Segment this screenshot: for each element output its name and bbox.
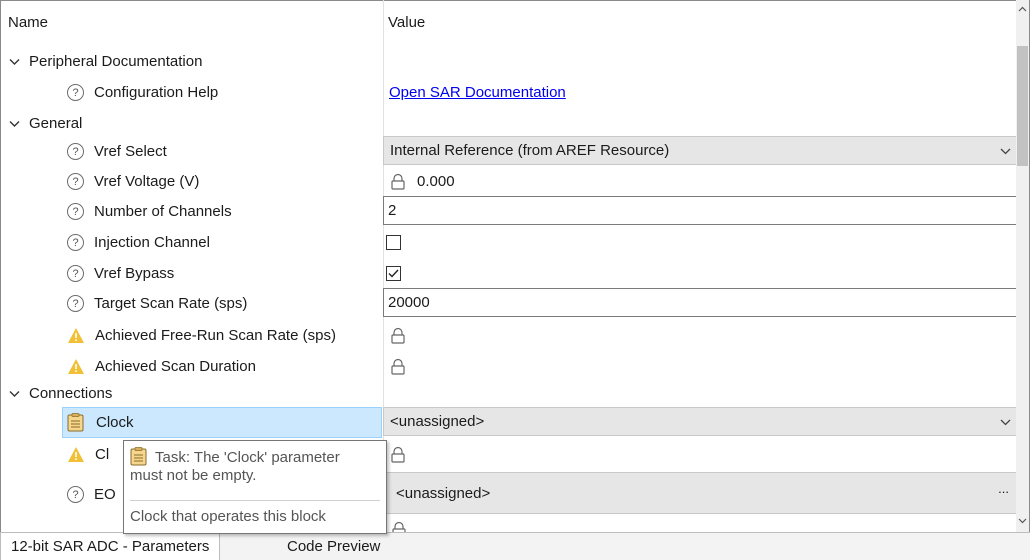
tab-parameters[interactable]: 12-bit SAR ADC - Parameters bbox=[0, 533, 221, 560]
tooltip-line-2: must not be empty. bbox=[130, 467, 257, 484]
table-row[interactable]: ? Number of Channels 2 bbox=[0, 196, 1017, 227]
table-row[interactable]: Achieved Free-Run Scan Rate (sps) bbox=[0, 320, 1016, 351]
help-icon[interactable]: ? bbox=[67, 234, 84, 251]
row-label: Vref Select bbox=[94, 143, 167, 160]
number-of-channels-input[interactable]: 2 bbox=[383, 196, 1017, 225]
value-column-header[interactable]: Value bbox=[388, 14, 425, 31]
row-label: Number of Channels bbox=[94, 203, 232, 220]
table-row-partial bbox=[383, 519, 1017, 532]
injection-channel-checkbox[interactable] bbox=[386, 235, 401, 250]
lock-icon bbox=[391, 358, 405, 375]
name-column-header[interactable]: Name bbox=[8, 14, 48, 31]
vref-voltage-value: 0.000 bbox=[417, 173, 455, 190]
open-sar-documentation-link[interactable]: Open SAR Documentation bbox=[389, 84, 566, 101]
help-icon[interactable]: ? bbox=[67, 173, 84, 190]
help-icon[interactable]: ? bbox=[67, 295, 84, 312]
validation-tooltip: Task: The 'Clock' parameter must not be … bbox=[123, 440, 387, 534]
browse-button[interactable]: ... bbox=[998, 481, 1009, 496]
lock-icon bbox=[391, 446, 405, 463]
chevron-down-icon[interactable] bbox=[1000, 408, 1011, 437]
section-general[interactable]: General bbox=[0, 108, 1016, 139]
section-connections[interactable]: Connections bbox=[0, 378, 1016, 409]
tooltip-line-3: Clock that operates this block bbox=[130, 508, 326, 525]
clock-select-dropdown[interactable]: <unassigned> bbox=[383, 407, 1020, 436]
table-row[interactable]: ? Vref Select Internal Reference (from A… bbox=[0, 136, 1020, 167]
clock-select-value: <unassigned> bbox=[390, 413, 485, 430]
tooltip-divider bbox=[130, 500, 380, 501]
row-label: Configuration Help bbox=[94, 84, 219, 101]
row-label: Injection Channel bbox=[94, 234, 210, 251]
section-label: Connections bbox=[29, 385, 113, 402]
help-icon[interactable]: ? bbox=[67, 486, 84, 503]
lock-icon bbox=[391, 327, 405, 344]
table-row[interactable]: ? Vref Voltage (V) 0.000 bbox=[0, 166, 1016, 197]
chevron-down-icon[interactable] bbox=[9, 378, 20, 409]
row-label: Achieved Free-Run Scan Rate (sps) bbox=[95, 327, 336, 344]
row-label: Cl bbox=[95, 446, 110, 463]
row-label: EO bbox=[94, 486, 116, 503]
tooltip-line-1: Task: The 'Clock' parameter bbox=[155, 449, 340, 466]
lock-icon bbox=[392, 521, 406, 532]
warning-icon bbox=[68, 447, 84, 462]
help-icon[interactable]: ? bbox=[67, 265, 84, 282]
table-row[interactable]: ? Target Scan Rate (sps) 20000 bbox=[0, 288, 1017, 319]
help-icon[interactable]: ? bbox=[67, 143, 84, 160]
row-label: Vref Voltage (V) bbox=[94, 173, 200, 190]
chevron-down-icon[interactable] bbox=[1000, 137, 1011, 166]
table-row-selected[interactable]: Clock <unassigned> bbox=[0, 407, 1020, 438]
row-label: Target Scan Rate (sps) bbox=[94, 295, 248, 312]
row-label: Vref Bypass bbox=[94, 265, 175, 282]
chevron-down-icon[interactable] bbox=[9, 108, 20, 139]
task-icon bbox=[130, 447, 147, 466]
tab-bar: 12-bit SAR ADC - Parameters Code Preview bbox=[0, 532, 1030, 560]
target-scan-rate-input[interactable]: 20000 bbox=[383, 288, 1017, 317]
table-row[interactable]: ? Configuration Help Open SAR Documentat… bbox=[0, 77, 1016, 108]
task-icon bbox=[67, 413, 84, 432]
lock-icon bbox=[391, 173, 405, 190]
chevron-down-icon[interactable] bbox=[9, 46, 20, 77]
vref-select-value: Internal Reference (from AREF Resource) bbox=[390, 142, 670, 159]
warning-icon bbox=[68, 328, 84, 343]
scroll-down-icon[interactable] bbox=[1018, 518, 1027, 524]
checkmark-icon bbox=[388, 269, 399, 278]
tab-code-preview[interactable]: Code Preview bbox=[277, 533, 390, 560]
row-label: Clock bbox=[96, 414, 134, 431]
help-icon[interactable]: ? bbox=[67, 203, 84, 220]
vref-select-dropdown[interactable]: Internal Reference (from AREF Resource) bbox=[383, 136, 1020, 165]
scroll-up-icon[interactable] bbox=[1018, 6, 1027, 12]
scrollbar-thumb[interactable] bbox=[1017, 46, 1028, 166]
vref-bypass-checkbox[interactable] bbox=[386, 266, 401, 281]
table-row[interactable]: ? Vref Bypass bbox=[0, 258, 1016, 289]
section-label: Peripheral Documentation bbox=[29, 53, 203, 70]
eoc-select-value: <unassigned> bbox=[396, 484, 491, 502]
warning-icon bbox=[68, 359, 84, 374]
help-icon[interactable]: ? bbox=[67, 84, 84, 101]
section-label: General bbox=[29, 115, 83, 132]
row-label: Achieved Scan Duration bbox=[95, 358, 256, 375]
table-row[interactable]: ? Injection Channel bbox=[0, 227, 1016, 258]
eoc-select-field[interactable]: <unassigned> ... bbox=[383, 472, 1020, 514]
section-peripheral-documentation[interactable]: Peripheral Documentation bbox=[0, 46, 1016, 77]
